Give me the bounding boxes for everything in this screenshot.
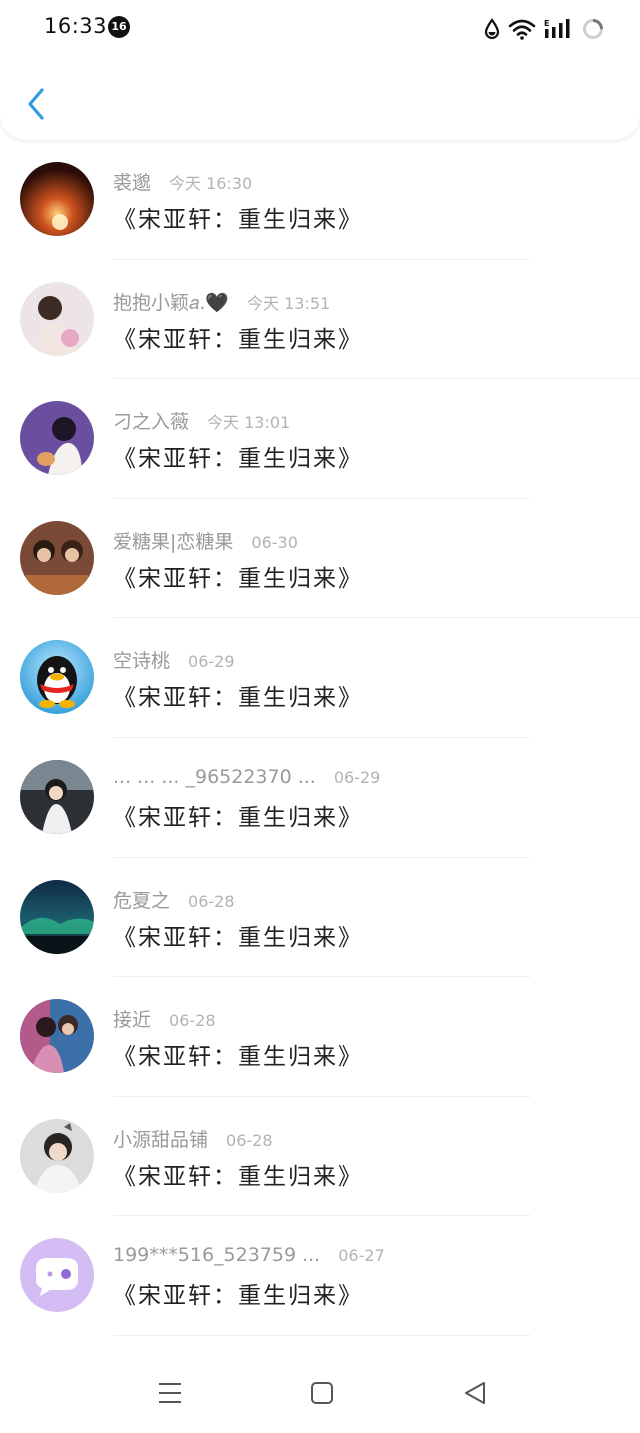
list-item[interactable]: 裘邈 今天 16:30 《宋亚轩：重生归来》 bbox=[0, 140, 640, 260]
avatar[interactable] bbox=[20, 520, 94, 595]
sender-line: 刁之入薇 今天 13:01 bbox=[113, 407, 290, 434]
status-icons: E bbox=[484, 16, 604, 42]
message-list: 裘邈 今天 16:30 《宋亚轩：重生归来》 抱抱小颖𝑎.🖤 今天 13:51 … bbox=[0, 140, 640, 1336]
back-nav-button[interactable] bbox=[460, 1378, 490, 1408]
avatar[interactable] bbox=[20, 759, 94, 834]
signal-icon: E bbox=[544, 19, 570, 38]
menu-button[interactable] bbox=[155, 1378, 185, 1408]
sender-name: 刁之入薇 bbox=[113, 411, 190, 434]
message-time: 06-29 bbox=[188, 652, 235, 672]
sender-line: 裘邈 今天 16:30 bbox=[113, 168, 252, 195]
message-time: 06-28 bbox=[226, 1130, 273, 1150]
wifi-icon bbox=[508, 19, 536, 40]
sender-line: 危夏之 06-28 bbox=[113, 886, 235, 913]
list-item[interactable]: 空诗桃 06-29 《宋亚轩：重生归来》 bbox=[0, 618, 640, 738]
message-text: 《宋亚轩：重生归来》 bbox=[113, 1163, 363, 1190]
avatar[interactable] bbox=[20, 162, 94, 236]
sender-name: 抱抱小颖𝑎.🖤 bbox=[113, 291, 230, 314]
message-text: 《宋亚轩：重生归来》 bbox=[113, 565, 363, 592]
list-item[interactable]: 接近 06-28 《宋亚轩：重生归来》 bbox=[0, 977, 640, 1097]
avatar[interactable] bbox=[20, 1238, 94, 1313]
sender-name: 空诗桃 bbox=[113, 650, 171, 673]
message-time: 06-28 bbox=[169, 1011, 216, 1031]
sender-name: 裘邈 bbox=[113, 172, 152, 194]
message-time: 今天 16:30 bbox=[169, 174, 253, 193]
avatar[interactable] bbox=[20, 281, 94, 356]
message-text: 《宋亚轩：重生归来》 bbox=[113, 326, 363, 353]
avatar[interactable] bbox=[20, 401, 94, 476]
list-item[interactable]: 抱抱小颖𝑎.🖤 今天 13:51 《宋亚轩：重生归来》 bbox=[0, 260, 640, 380]
sender-line: 199***516_523759 ... 06-27 bbox=[113, 1244, 385, 1266]
sender-name: 危夏之 bbox=[113, 889, 171, 912]
list-item[interactable]: 199***516_523759 ... 06-27 《宋亚轩：重生归来》 bbox=[0, 1216, 640, 1336]
menu-icon bbox=[159, 1383, 181, 1403]
sender-line: 接近 06-28 bbox=[113, 1005, 216, 1032]
message-time: 今天 13:01 bbox=[207, 413, 291, 433]
message-text: 《宋亚轩：重生归来》 bbox=[113, 446, 363, 473]
triangle-back-icon bbox=[465, 1382, 485, 1404]
sender-line: 空诗桃 06-29 bbox=[113, 646, 235, 673]
top-app-bar: 16:33 16 E bbox=[0, 0, 640, 140]
list-item[interactable]: 爱糖果|恋糖果 06-30 《宋亚轩：重生归来》 bbox=[0, 499, 640, 619]
sender-line: 爱糖果|恋糖果 06-30 bbox=[113, 527, 298, 554]
message-text: 《宋亚轩：重生归来》 bbox=[113, 1283, 363, 1310]
message-time: 06-28 bbox=[188, 891, 235, 911]
water-drop-icon bbox=[484, 18, 500, 40]
message-text: 《宋亚轩：重生归来》 bbox=[113, 207, 363, 233]
system-nav-bar bbox=[0, 1352, 640, 1433]
avatar[interactable] bbox=[20, 640, 94, 715]
sender-line: 小源甜品铺 06-28 bbox=[113, 1125, 273, 1152]
sender-name: ... ... ... _96522370 ... bbox=[113, 765, 316, 788]
message-text: 《宋亚轩：重生归来》 bbox=[113, 1044, 363, 1071]
sender-name: 接近 bbox=[113, 1009, 152, 1032]
back-button[interactable] bbox=[20, 84, 52, 124]
message-text: 《宋亚轩：重生归来》 bbox=[113, 924, 363, 951]
list-item[interactable]: 刁之入薇 今天 13:01 《宋亚轩：重生归来》 bbox=[0, 379, 640, 499]
message-time: 06-30 bbox=[251, 532, 298, 552]
list-item[interactable]: ... ... ... _96522370 ... 06-29 《宋亚轩：重生归… bbox=[0, 738, 640, 858]
message-time: 06-27 bbox=[338, 1246, 385, 1266]
square-home-icon bbox=[311, 1382, 333, 1404]
sender-line: ... ... ... _96522370 ... 06-29 bbox=[113, 766, 380, 788]
notification-badge: 16 bbox=[108, 16, 130, 38]
list-item[interactable]: 危夏之 06-28 《宋亚轩：重生归来》 bbox=[0, 858, 640, 978]
avatar[interactable] bbox=[20, 1118, 94, 1193]
list-item[interactable]: 小源甜品铺 06-28 《宋亚轩：重生归来》 bbox=[0, 1097, 640, 1217]
sender-name: 爱糖果|恋糖果 bbox=[113, 530, 234, 553]
message-time: 今天 13:51 bbox=[247, 293, 331, 313]
status-bar: 16:33 16 E bbox=[0, 0, 640, 56]
loading-circle-icon bbox=[583, 19, 603, 39]
message-time: 06-29 bbox=[333, 767, 381, 787]
avatar[interactable] bbox=[20, 879, 94, 954]
avatar[interactable] bbox=[20, 999, 94, 1074]
message-text: 《宋亚轩：重生归来》 bbox=[113, 685, 363, 712]
status-time: 16:33 bbox=[44, 14, 108, 38]
sender-line: 抱抱小颖𝑎.🖤 今天 13:51 bbox=[113, 288, 330, 315]
home-button[interactable] bbox=[307, 1378, 337, 1408]
divider bbox=[113, 1334, 530, 1336]
message-text: 《宋亚轩：重生归来》 bbox=[113, 804, 363, 831]
chevron-left-icon bbox=[28, 88, 44, 120]
sender-name: 199***516_523759 ... bbox=[113, 1244, 321, 1267]
svg-text:E: E bbox=[544, 19, 549, 28]
sender-name: 小源甜品铺 bbox=[113, 1128, 209, 1151]
